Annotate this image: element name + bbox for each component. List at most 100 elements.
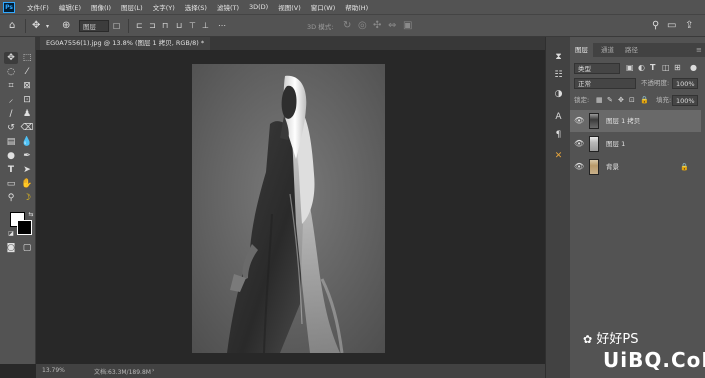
- menu-help[interactable]: 帮助(H): [345, 2, 368, 12]
- blend-mode-label: 正常: [578, 80, 591, 88]
- pen-tool-icon[interactable]: ✒: [20, 150, 34, 162]
- opacity-field[interactable]: 100%: [672, 78, 698, 89]
- align-top-icon[interactable]: ⊔: [176, 21, 182, 31]
- menu-filter[interactable]: 滤镜(T): [217, 2, 239, 12]
- filter-shape-icon[interactable]: ◫: [662, 62, 670, 74]
- history-panel-icon[interactable]: ⧗: [552, 52, 565, 63]
- visibility-eye-icon[interactable]: 👁: [574, 110, 584, 132]
- filter-pixel-icon[interactable]: ▣: [626, 62, 634, 74]
- panel-menu-icon[interactable]: ≡: [691, 43, 705, 57]
- frame-tool-icon[interactable]: ⊠: [20, 80, 34, 92]
- chevron-down-icon[interactable]: ▾: [46, 22, 49, 32]
- lock-all-icon[interactable]: 🔒: [640, 94, 649, 106]
- layer-row[interactable]: 👁 图层 1 拷贝: [570, 110, 701, 132]
- auto-select-icon[interactable]: ⊕: [62, 21, 70, 31]
- history-brush-tool-icon[interactable]: ↺: [4, 122, 18, 134]
- rectangle-tool-icon[interactable]: ▭: [4, 178, 18, 190]
- filter-toggle-icon[interactable]: ●: [690, 62, 697, 74]
- photoshop-logo[interactable]: Ps: [3, 1, 15, 13]
- banana-icon[interactable]: ☽: [20, 192, 34, 204]
- align-left-icon[interactable]: ⊏: [136, 21, 143, 31]
- quick-mask-icon[interactable]: ◙: [4, 242, 18, 254]
- filter-kind-label: 类型: [578, 65, 591, 73]
- menu-image[interactable]: 图像(I): [91, 2, 111, 12]
- home-icon[interactable]: ⌂: [9, 21, 15, 31]
- path-selection-tool-icon[interactable]: ➤: [20, 164, 34, 176]
- background-color-swatch[interactable]: [17, 220, 32, 235]
- 3d-pan-icon[interactable]: ✣: [373, 21, 381, 31]
- screen-mode-icon[interactable]: ▢: [20, 242, 34, 254]
- dodge-tool-icon[interactable]: ●: [4, 150, 18, 162]
- menu-window[interactable]: 窗口(W): [311, 2, 336, 12]
- lock-transparent-icon[interactable]: ▦: [596, 94, 603, 106]
- fill-field[interactable]: 100%: [672, 95, 698, 106]
- menu-file[interactable]: 文件(F): [27, 2, 49, 12]
- document-image[interactable]: [192, 64, 385, 353]
- filter-type-icon[interactable]: T: [650, 62, 655, 74]
- menu-type[interactable]: 文字(Y): [153, 2, 175, 12]
- workspace-icon[interactable]: ▭: [667, 21, 676, 31]
- 3d-roll-icon[interactable]: ◎: [358, 21, 367, 31]
- lasso-tool-icon[interactable]: ◌: [4, 66, 18, 78]
- align-middle-icon[interactable]: ⊤: [189, 21, 196, 31]
- magic-wand-tool-icon[interactable]: ⁄: [20, 66, 34, 78]
- tab-channels[interactable]: 通道: [596, 43, 619, 57]
- 3d-slide-icon[interactable]: ⇔: [388, 21, 396, 31]
- lock-artboard-icon[interactable]: ⊡: [629, 94, 635, 106]
- properties-panel-icon[interactable]: ☷: [552, 70, 565, 81]
- layer-row[interactable]: 👁 图层 1: [570, 133, 701, 155]
- character-panel-icon[interactable]: A: [552, 112, 565, 123]
- move-tool-icon[interactable]: ✥: [4, 52, 18, 64]
- zoom-tool-icon[interactable]: ⚲: [4, 192, 18, 204]
- visibility-eye-icon[interactable]: 👁: [574, 156, 584, 178]
- status-menu-arrow-icon[interactable]: ›: [152, 367, 154, 374]
- blend-mode-dropdown[interactable]: 正常: [574, 78, 636, 89]
- blur-tool-icon[interactable]: 💧: [20, 136, 34, 148]
- paragraph-panel-icon[interactable]: ¶: [552, 130, 565, 141]
- eraser-tool-icon[interactable]: ⌫: [20, 122, 34, 134]
- transform-controls-checkbox[interactable]: ☐: [113, 22, 120, 32]
- filter-adjustment-icon[interactable]: ◐: [638, 62, 645, 74]
- tools-panel-icon[interactable]: ✕: [552, 151, 565, 162]
- filter-smart-object-icon[interactable]: ⊞: [674, 62, 681, 74]
- visibility-eye-icon[interactable]: 👁: [574, 133, 584, 155]
- search-icon[interactable]: ⚲: [652, 21, 659, 31]
- default-colors-icon[interactable]: ◪: [4, 228, 18, 240]
- brush-tool-icon[interactable]: ∕: [4, 108, 18, 120]
- filter-kind-dropdown[interactable]: 类型: [574, 63, 620, 74]
- 3d-scale-icon[interactable]: ▣: [403, 21, 412, 31]
- healing-brush-tool-icon[interactable]: ⊡: [20, 94, 34, 106]
- menu-edit[interactable]: 编辑(E): [59, 2, 81, 12]
- align-right-icon[interactable]: ⊓: [162, 21, 168, 31]
- type-tool-icon[interactable]: T: [4, 164, 18, 176]
- adjustments-panel-icon[interactable]: ◑: [552, 89, 565, 100]
- tools-panel: ✥ ⬚ ◌ ⁄ ⌗ ⊠ ⸝ ⊡ ∕ ♟ ↺ ⌫ ▤ 💧 ● ✒ T ➤ ▭ ✋ …: [0, 37, 36, 364]
- crop-tool-icon[interactable]: ⌗: [4, 80, 18, 92]
- distribute-icon[interactable]: ⋯: [218, 21, 226, 31]
- lock-image-icon[interactable]: ✎: [607, 94, 613, 106]
- menu-view[interactable]: 视图(V): [278, 2, 301, 12]
- stamp-tool-icon[interactable]: ♟: [20, 108, 34, 120]
- menu-layer[interactable]: 图层(L): [121, 2, 143, 12]
- hand-tool-icon[interactable]: ✋: [20, 178, 34, 190]
- menu-bar: Ps 文件(F) 编辑(E) 图像(I) 图层(L) 文字(Y) 选择(S) 滤…: [0, 0, 705, 14]
- tab-paths[interactable]: 路径: [620, 43, 643, 57]
- gradient-tool-icon[interactable]: ▤: [4, 136, 18, 148]
- eyedropper-tool-icon[interactable]: ⸝: [4, 94, 18, 106]
- canvas-area[interactable]: [36, 50, 545, 364]
- align-bottom-icon[interactable]: ⊥: [202, 21, 209, 31]
- align-center-icon[interactable]: ⊐: [149, 21, 156, 31]
- menu-3d[interactable]: 3D(D): [249, 3, 268, 11]
- 3d-rotate-icon[interactable]: ↻: [343, 21, 351, 31]
- zoom-level[interactable]: 13.79%: [42, 367, 65, 374]
- move-tool-icon[interactable]: ✥: [32, 21, 40, 31]
- lock-position-icon[interactable]: ✥: [618, 94, 624, 106]
- document-tab[interactable]: EG0A7556(1).jpg @ 13.8% (图层 1 拷贝, RGB/8)…: [40, 37, 211, 50]
- layer-row[interactable]: 👁 背景 🔒: [570, 156, 701, 178]
- tab-layers[interactable]: 图层: [570, 43, 593, 57]
- marquee-tool-icon[interactable]: ⬚: [20, 52, 34, 64]
- auto-select-dropdown[interactable]: 图层: [79, 20, 109, 32]
- menu-select[interactable]: 选择(S): [185, 2, 207, 12]
- share-icon[interactable]: ⇪: [685, 21, 693, 31]
- layer-thumbnail: [589, 136, 599, 152]
